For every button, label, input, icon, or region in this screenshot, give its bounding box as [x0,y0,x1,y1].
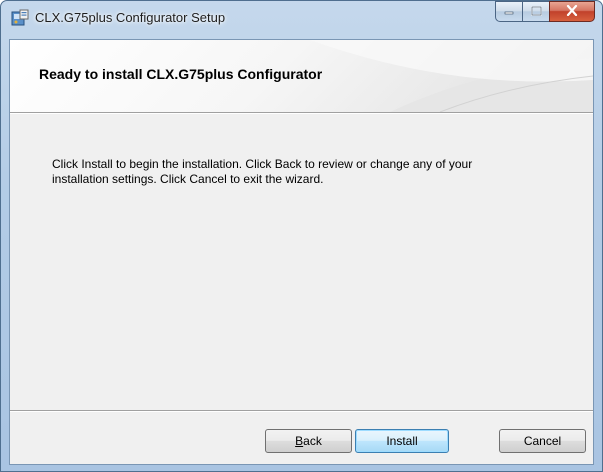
maximize-button[interactable] [522,1,549,22]
instruction-line-1: Click Install to begin the installation.… [52,157,473,171]
instruction-line-2: installation settings. Click Cancel to e… [52,172,324,186]
back-button[interactable]: Back [265,429,352,453]
close-icon [566,3,578,21]
minimize-icon [504,3,514,21]
header-divider [10,112,593,114]
minimize-button[interactable] [495,1,522,22]
setup-window: CLX.G75plus Configurator Setup Ready to … [0,0,603,472]
instruction-text: Click Install to begin the installation.… [52,157,572,187]
footer-divider [10,410,593,412]
header-banner: Ready to install CLX.G75plus Configurato… [10,40,593,112]
close-button[interactable] [549,1,595,22]
title-bar[interactable]: CLX.G75plus Configurator Setup [1,1,602,39]
caption-buttons [495,1,595,22]
wizard-client-area: Ready to install CLX.G75plus Configurato… [9,39,594,465]
maximize-icon [530,3,542,21]
page-title: Ready to install CLX.G75plus Configurato… [39,66,323,82]
installer-setup-icon [11,9,29,27]
window-title: CLX.G75plus Configurator Setup [35,10,226,25]
cancel-button[interactable]: Cancel [499,429,586,453]
back-label-rest: ack [303,434,322,448]
back-accelerator: B [295,434,304,448]
back-button-label: Back [295,434,322,448]
install-button[interactable]: Install [355,429,449,453]
